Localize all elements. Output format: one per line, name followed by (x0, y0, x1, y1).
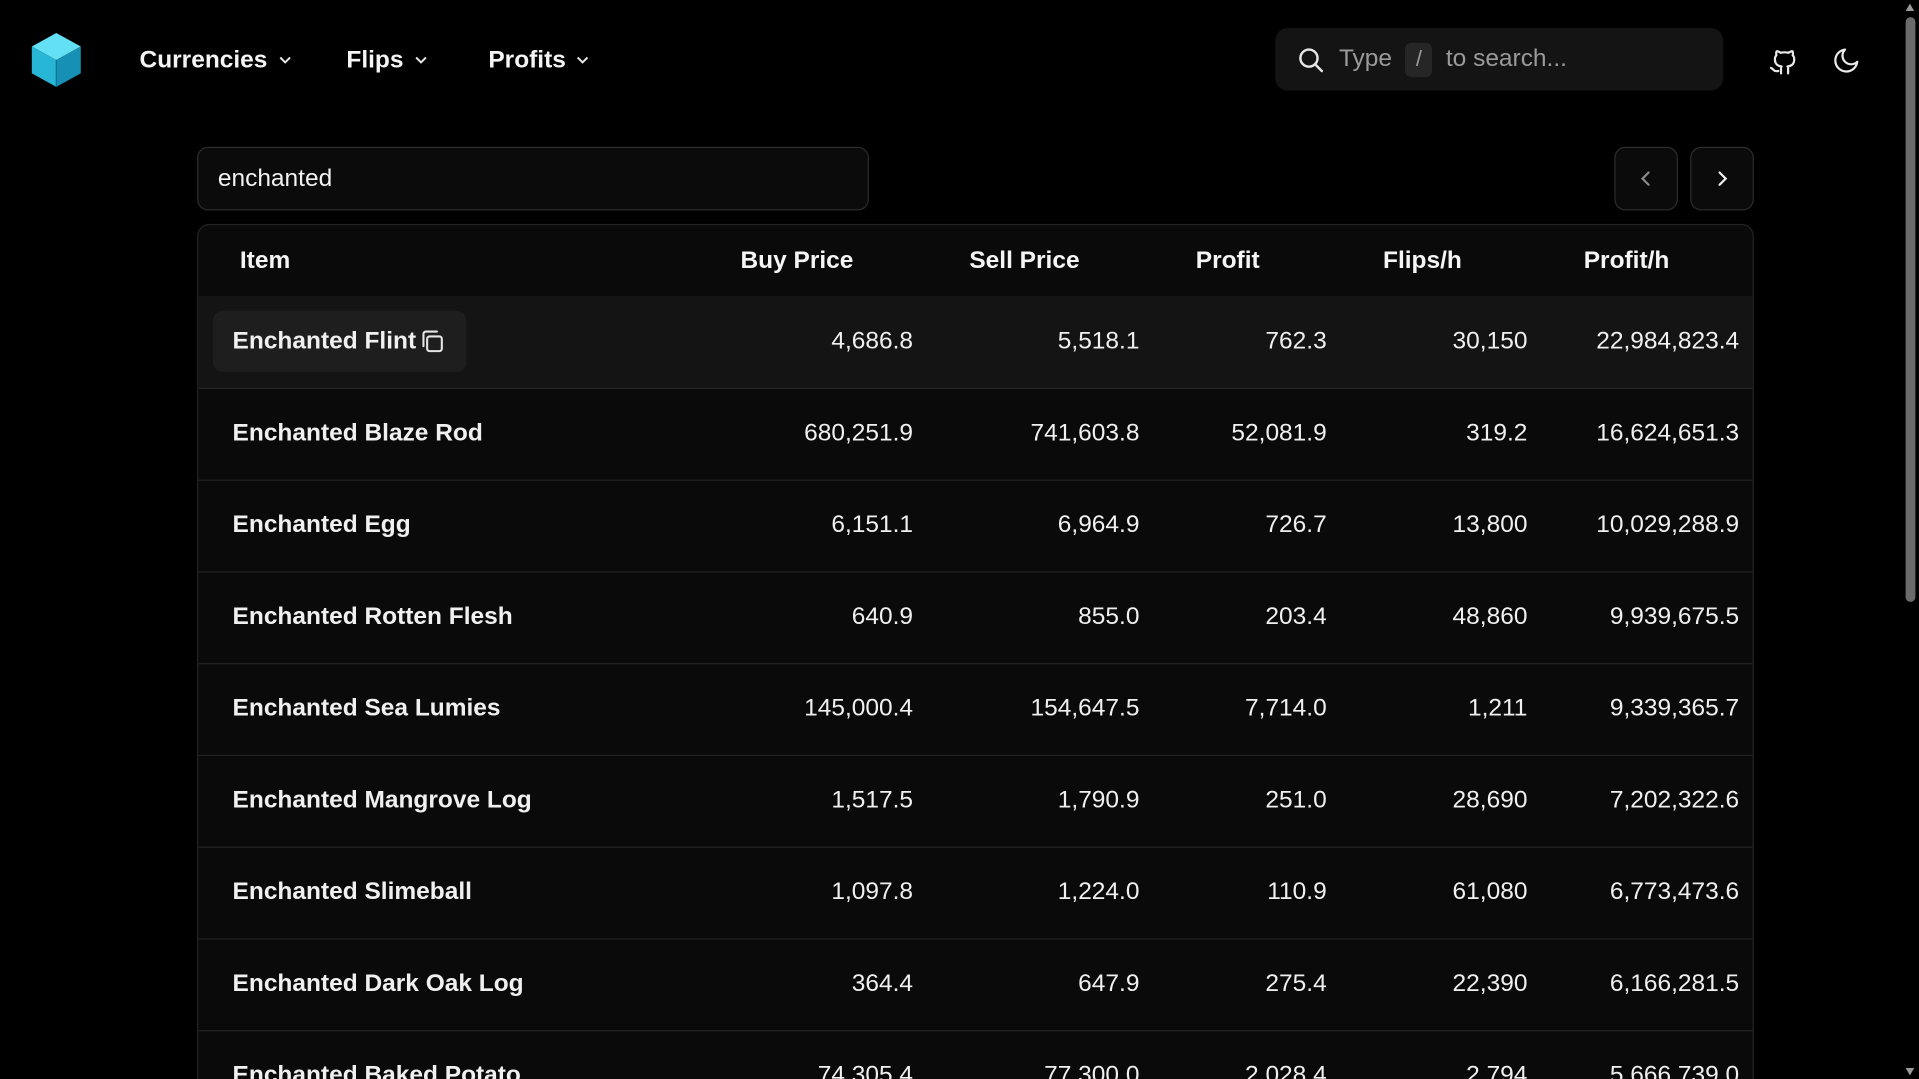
table-row[interactable]: Enchanted Mangrove Log 1,517.5 1,790.9 2… (198, 755, 1753, 848)
header-buy-price[interactable]: Buy Price (740, 225, 853, 296)
header-sell-price[interactable]: Sell Price (969, 225, 1079, 296)
flips-per-hour: 22,390 (1452, 970, 1528, 998)
table-row[interactable]: Enchanted Slimeball 1,097.8 1,224.0 110.… (198, 847, 1753, 940)
github-icon[interactable] (1767, 44, 1799, 76)
scrollbar-thumb[interactable] (1905, 17, 1916, 602)
profit: 2,028.4 (1245, 1061, 1327, 1079)
profit-per-hour: 6,166,281.5 (1609, 970, 1740, 998)
filter-input[interactable] (197, 146, 869, 211)
profit: 110.9 (1267, 878, 1327, 906)
flips-per-hour: 61,080 (1452, 878, 1528, 906)
chevron-down-icon (415, 56, 427, 64)
nav-flips-label: Flips (346, 45, 404, 73)
header-profit[interactable]: Profit (1196, 225, 1260, 296)
flips-per-hour: 319.2 (1466, 419, 1528, 447)
page-scrollbar[interactable] (1900, 0, 1919, 1079)
search-placeholder-suffix: to search... (1445, 45, 1567, 73)
profit: 52,081.9 (1231, 419, 1327, 447)
chevron-down-icon (577, 56, 589, 64)
table-row[interactable]: Enchanted Baked Potato 74,305.4 77,300.0… (198, 1030, 1752, 1079)
flips-per-hour: 30,150 (1452, 327, 1528, 355)
buy-price: 364.4 (851, 970, 914, 998)
search-shortcut-key: / (1405, 42, 1433, 77)
nav-profits[interactable]: Profits (488, 43, 590, 77)
nav-currencies-label: Currencies (139, 45, 268, 73)
table-row[interactable]: Enchanted Blaze Rod 680,251.9 741,603.8 … (198, 388, 1753, 481)
profit-per-hour: 16,624,651.3 (1596, 419, 1740, 447)
item-name[interactable]: Enchanted Mangrove Log (233, 755, 532, 847)
profit-per-hour: 7,202,322.6 (1609, 786, 1740, 814)
chevron-right-icon (1718, 171, 1728, 186)
moon-icon[interactable] (1831, 44, 1863, 76)
flips-per-hour: 13,800 (1452, 511, 1528, 539)
table-row[interactable]: Enchanted Flint 4,686.8 5,518.1 762.3 30… (198, 296, 1753, 390)
nav-flips[interactable]: Flips (346, 43, 428, 77)
profit-per-hour: 22,984,823.4 (1596, 327, 1740, 355)
sell-price: 1,790.9 (1057, 786, 1140, 814)
sell-price: 154,647.5 (1030, 694, 1140, 722)
copy-icon[interactable] (419, 328, 446, 355)
search-placeholder-prefix: Type (1338, 45, 1393, 73)
chevron-down-icon (278, 56, 291, 64)
flips-per-hour: 48,860 (1452, 603, 1528, 631)
item-name[interactable]: Enchanted Egg (233, 480, 411, 572)
buy-price: 1,097.8 (831, 878, 914, 906)
app-root: Currencies Flips Profits Type / to searc… (0, 0, 1919, 1079)
item-name[interactable]: Enchanted Baked Potato (233, 1030, 521, 1079)
sell-price: 741,603.8 (1030, 419, 1140, 447)
sell-price: 6,964.9 (1057, 511, 1140, 539)
sell-price: 855.0 (1078, 603, 1140, 631)
next-page-button[interactable] (1690, 146, 1754, 211)
sell-price: 77,300.0 (1044, 1061, 1140, 1079)
buy-price: 4,686.8 (831, 327, 914, 355)
nav-profits-label: Profits (488, 45, 566, 73)
profit-per-hour: 5,666,739.0 (1609, 1061, 1740, 1079)
header-profit-per-hour[interactable]: Profit/h (1584, 225, 1670, 296)
profit: 726.7 (1265, 511, 1327, 539)
profit: 203.4 (1265, 603, 1327, 631)
profit-per-hour: 6,773,473.6 (1609, 878, 1740, 906)
buy-price: 680,251.9 (804, 419, 914, 447)
buy-price: 74,305.4 (817, 1061, 914, 1079)
global-search[interactable]: Type / to search... (1275, 28, 1724, 91)
flips-per-hour: 2,794 (1466, 1061, 1528, 1079)
header-flips-per-hour[interactable]: Flips/h (1383, 225, 1462, 296)
search-icon (1299, 47, 1324, 72)
item-name[interactable]: Enchanted Flint (233, 296, 417, 388)
scroll-down-arrow-icon[interactable] (1904, 1067, 1915, 1077)
profit: 7,714.0 (1245, 694, 1327, 722)
cube-logo-icon[interactable] (29, 31, 83, 90)
table-header: Item Buy Price Sell Price Profit Flips/h… (198, 225, 1753, 298)
item-name[interactable]: Enchanted Sea Lumies (233, 663, 501, 755)
flips-table: Item Buy Price Sell Price Profit Flips/h… (197, 223, 1754, 1079)
profit-per-hour: 9,939,675.5 (1609, 603, 1740, 631)
nav-currencies[interactable]: Currencies (140, 43, 292, 77)
item-name[interactable]: Enchanted Blaze Rod (233, 388, 483, 480)
profit: 275.4 (1265, 970, 1327, 998)
sell-price: 5,518.1 (1057, 327, 1140, 355)
profit: 762.3 (1265, 327, 1327, 355)
chevron-left-icon (1640, 171, 1650, 186)
item-name[interactable]: Enchanted Slimeball (233, 847, 472, 939)
table-row[interactable]: Enchanted Egg 6,151.1 6,964.9 726.7 13,8… (198, 480, 1753, 573)
profit-per-hour: 10,029,288.9 (1596, 511, 1740, 539)
header-item[interactable]: Item (240, 225, 290, 296)
buy-price: 1,517.5 (831, 786, 914, 814)
item-name[interactable]: Enchanted Rotten Flesh (233, 571, 513, 663)
buy-price: 640.9 (851, 603, 914, 631)
profit-per-hour: 9,339,365.7 (1609, 694, 1740, 722)
table-row[interactable]: Enchanted Dark Oak Log 364.4 647.9 275.4… (198, 938, 1753, 1032)
sell-price: 647.9 (1078, 970, 1140, 998)
table-row[interactable]: Enchanted Sea Lumies 145,000.4 154,647.5… (198, 663, 1753, 757)
flips-per-hour: 28,690 (1452, 786, 1528, 814)
table-row[interactable]: Enchanted Rotten Flesh 640.9 855.0 203.4… (198, 571, 1753, 665)
scroll-up-arrow-icon[interactable] (1904, 2, 1915, 12)
flips-per-hour: 1,211 (1467, 694, 1528, 722)
prev-page-button[interactable] (1614, 146, 1678, 211)
buy-price: 6,151.1 (831, 511, 914, 539)
item-name[interactable]: Enchanted Dark Oak Log (233, 938, 524, 1030)
sell-price: 1,224.0 (1057, 878, 1140, 906)
profit: 251.0 (1265, 786, 1327, 814)
buy-price: 145,000.4 (804, 694, 914, 722)
